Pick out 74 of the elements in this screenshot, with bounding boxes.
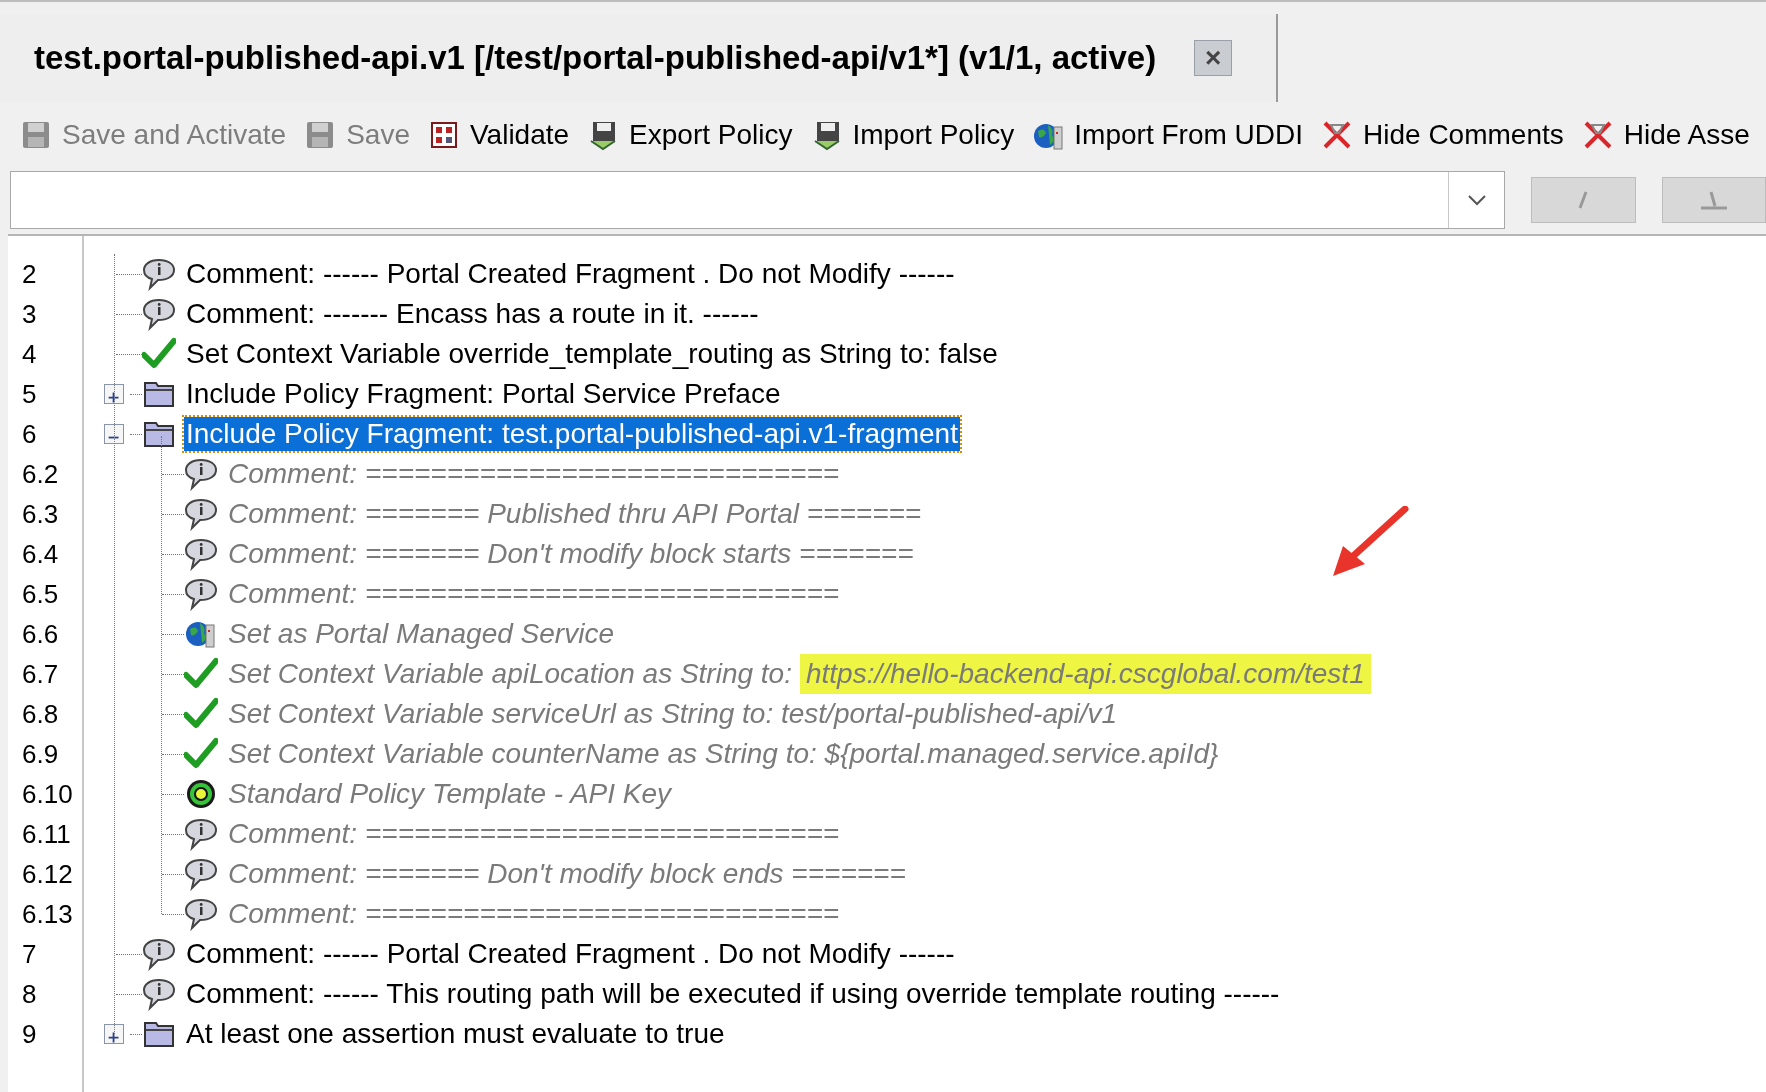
line-number: 6.8 <box>21 698 60 731</box>
gear-icon <box>184 777 218 811</box>
speech-bubble-icon <box>184 817 218 851</box>
close-button[interactable]: × <box>1194 40 1233 76</box>
speech-bubble-icon <box>142 297 176 331</box>
toolbar-button[interactable]: Import From UDDI <box>1032 114 1303 156</box>
line-number: 9 <box>21 1018 38 1051</box>
speech-bubble-icon <box>142 257 176 291</box>
line-number: 6.13 <box>21 898 74 931</box>
tab-title[interactable]: test.portal-published-api.v1 [/test/portal-published-api/v1*] (v1/1, active) <box>34 33 1157 83</box>
speech-bubble-icon <box>142 977 176 1011</box>
toolbar-button[interactable]: Import Policy <box>810 114 1015 156</box>
tree-node-label[interactable]: Comment: ======= Don't modify block ends ======= <box>226 857 908 891</box>
toolbar-button[interactable]: Hide Comments <box>1321 114 1564 156</box>
tree-node-label[interactable]: Comment: ============================= <box>226 577 842 611</box>
expander-minus-icon[interactable] <box>104 424 124 444</box>
speech-bubble-icon <box>184 497 218 531</box>
tree-node-label[interactable]: Comment: ======= Published thru API Portal ======= <box>226 497 924 531</box>
underline-icon <box>1698 189 1729 211</box>
line-number: 6 <box>21 418 38 451</box>
line-number: 6.11 <box>21 818 72 851</box>
expander-plus-icon[interactable] <box>104 1024 124 1044</box>
line-number: 8 <box>21 978 38 1011</box>
toolbar-button[interactable]: Export Policy <box>587 114 793 156</box>
tree-node-label[interactable]: Set as Portal Managed Service <box>226 617 616 651</box>
speech-bubble-icon <box>184 537 218 571</box>
speech-bubble-icon <box>184 897 218 931</box>
tree-node-label[interactable]: Comment: ------ This routing path will be executed if using override template routing ------ <box>184 977 1282 1011</box>
line-number: 2 <box>21 258 38 291</box>
tree-node-label[interactable]: Set Context Variable apiLocation as String to: <box>226 657 794 691</box>
tree-node-label[interactable]: Comment: ------- Encass has a route in it. ------ <box>184 297 761 331</box>
highlighted-url: https://hello-backend-api.cscglobal.com/test1 <box>799 654 1371 694</box>
tree-node-label[interactable]: At least one assertion must evaluate to true <box>184 1017 727 1051</box>
line-number: 7 <box>21 938 38 971</box>
tree-node-label[interactable]: Comment: ============================= <box>226 457 842 491</box>
expander-plus-icon[interactable] <box>104 384 124 404</box>
line-number: 6.5 <box>21 578 60 611</box>
speech-bubble-icon <box>184 857 218 891</box>
check-icon <box>184 697 218 731</box>
speech-bubble-icon <box>142 937 176 971</box>
line-number: 6.12 <box>21 858 74 891</box>
search-combo[interactable] <box>10 171 1506 229</box>
line-number: 6.3 <box>21 498 60 531</box>
tree-node-label[interactable]: Standard Policy Template - API Key <box>226 777 674 811</box>
check-icon <box>142 337 176 371</box>
speech-bubble-icon <box>184 457 218 491</box>
line-number: 6.2 <box>21 458 60 491</box>
check-icon <box>184 737 218 771</box>
line-number: 6.7 <box>21 658 60 691</box>
line-number: 4 <box>21 338 38 371</box>
tree-node-label[interactable]: Set Context Variable serviceUrl as String to: test/portal-published-api/v1 <box>226 697 1120 731</box>
tree-node-label[interactable]: Comment: ------ Portal Created Fragment . Do not Modify ------ <box>184 257 957 291</box>
crossed-icon <box>1321 119 1353 151</box>
line-number: 5 <box>21 378 38 411</box>
chevron-down-icon <box>1465 193 1488 207</box>
line-number: 6.9 <box>21 738 60 771</box>
line-number: 6.10 <box>21 778 74 811</box>
speech-bubble-icon <box>184 577 218 611</box>
line-number: 3 <box>21 298 38 331</box>
toolbar-button[interactable]: Validate <box>428 114 570 156</box>
floppy-icon <box>20 119 52 151</box>
toolbar-button[interactable]: Hide Asse <box>1581 114 1750 156</box>
line-number: 6.4 <box>21 538 60 571</box>
tree-node-label[interactable]: Comment: ============================= <box>226 897 842 931</box>
tree-node-label[interactable]: Include Policy Fragment: Portal Service Preface <box>184 377 783 411</box>
grid-icon <box>428 119 460 151</box>
line-number: 6.6 <box>21 618 60 651</box>
tree-node-label[interactable]: Set Context Variable counterName as String to: ${portal.managed.service.apiId} <box>226 737 1221 771</box>
check-icon <box>184 657 218 691</box>
tree-node-label[interactable]: Comment: ======= Don't modify block starts ======= <box>226 537 916 571</box>
tree-node-label[interactable]: Include Policy Fragment: test.portal-published-api.v1-fragment <box>184 417 960 451</box>
tree-node-label[interactable]: Comment: ------ Portal Created Fragment . Do not Modify ------ <box>184 937 957 971</box>
tree-node-label[interactable]: Set Context Variable override_template_routing as String to: false <box>184 337 1000 371</box>
tree-node-label[interactable]: Comment: ============================= <box>226 817 842 851</box>
